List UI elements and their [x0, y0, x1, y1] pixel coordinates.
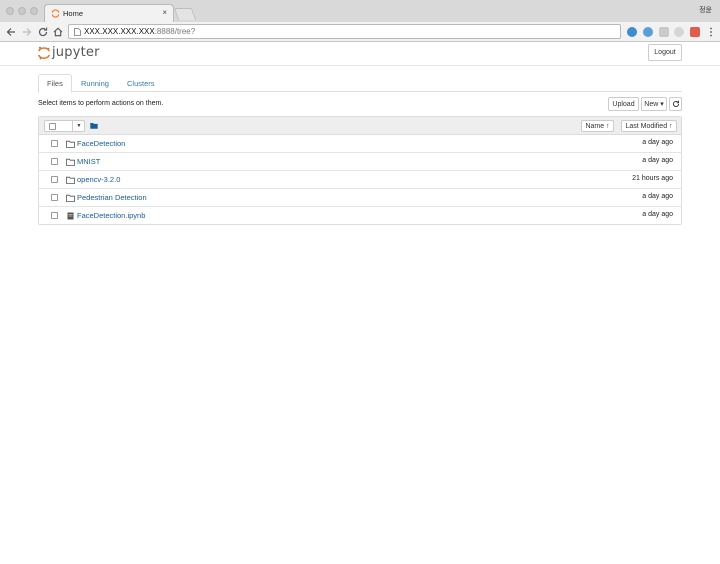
home-button[interactable]: [52, 26, 64, 38]
list-item[interactable]: MNIST a day ago: [39, 153, 681, 171]
extension-red-icon[interactable]: [690, 27, 700, 37]
list-item[interactable]: opencv-3.2.0 21 hours ago: [39, 171, 681, 189]
reload-icon: [38, 27, 48, 37]
file-modified: a day ago: [642, 193, 673, 200]
select-all-checkbox[interactable]: [49, 123, 56, 130]
refresh-icon: [672, 100, 679, 108]
back-button[interactable]: [5, 26, 17, 38]
extension-blue-icon[interactable]: [643, 27, 653, 37]
tab-files[interactable]: Files: [38, 74, 72, 93]
row-checkbox[interactable]: [51, 158, 58, 165]
extension-cloud-icon[interactable]: [674, 27, 684, 37]
jupyter-header: jupyter Logout: [0, 42, 720, 66]
main-tabs: Files Running Clusters: [38, 74, 682, 93]
file-modified: 21 hours ago: [632, 175, 673, 182]
selection-dropdown-button[interactable]: ▼: [72, 121, 85, 131]
browser-menu-button[interactable]: [705, 26, 717, 38]
folder-icon: [66, 176, 75, 184]
file-name-link[interactable]: MNIST: [77, 157, 100, 166]
forward-button[interactable]: [21, 26, 33, 38]
url-path: :8888/tree?: [154, 27, 196, 36]
tab-clusters[interactable]: Clusters: [119, 74, 163, 92]
file-list: ▼ Name ↑ Last Modified ↑ FaceDetection a…: [38, 116, 682, 225]
refresh-button[interactable]: [669, 97, 682, 111]
file-list-header: ▼ Name ↑ Last Modified ↑: [39, 117, 681, 135]
browser-tabstrip: Home × 정윤: [0, 0, 720, 22]
file-name-link[interactable]: FaceDetection.ipynb: [77, 211, 145, 220]
row-checkbox[interactable]: [51, 194, 58, 201]
page-icon: [74, 28, 81, 36]
list-item[interactable]: FaceDetection.ipynb a day ago: [39, 207, 681, 225]
address-bar[interactable]: XXX.XXX.XXX.XXX:8888/tree?: [68, 24, 621, 39]
list-item[interactable]: FaceDetection a day ago: [39, 135, 681, 153]
close-window-button[interactable]: [6, 7, 14, 15]
browser-profile-name[interactable]: 정윤: [699, 5, 712, 15]
logo-text: jupyter: [52, 45, 100, 60]
home-icon: [53, 27, 63, 37]
folder-icon: [66, 194, 75, 202]
jupyter-logo-icon: [38, 46, 50, 60]
logout-button[interactable]: Logout: [648, 44, 682, 61]
back-arrow-icon: [6, 28, 15, 36]
jupyter-favicon-icon: [51, 9, 60, 18]
minimize-window-button[interactable]: [18, 7, 26, 15]
reload-button[interactable]: [37, 26, 49, 38]
file-name-link[interactable]: FaceDetection: [77, 139, 125, 148]
folder-icon: [66, 158, 75, 166]
file-modified: a day ago: [642, 139, 673, 146]
browser-tab-home[interactable]: Home ×: [44, 4, 174, 22]
kebab-menu-icon: [710, 27, 712, 37]
row-checkbox[interactable]: [51, 176, 58, 183]
url-host: XXX.XXX.XXX.XXX: [84, 27, 155, 36]
tab-close-icon[interactable]: ×: [162, 8, 167, 17]
upload-button[interactable]: Upload: [608, 97, 639, 111]
forward-arrow-icon: [23, 28, 32, 36]
folder-home-icon[interactable]: [90, 122, 98, 129]
sort-by-name-button[interactable]: Name ↑: [581, 120, 614, 132]
new-dropdown-button[interactable]: New ▾: [641, 97, 667, 111]
notebook-icon: [67, 212, 74, 220]
file-modified: a day ago: [642, 211, 673, 218]
tab-running[interactable]: Running: [73, 74, 117, 92]
maximize-window-button[interactable]: [30, 7, 38, 15]
extension-gray-icon[interactable]: [659, 27, 669, 37]
file-name-link[interactable]: Pedestrian Detection: [77, 193, 147, 202]
list-item[interactable]: Pedestrian Detection a day ago: [39, 189, 681, 207]
file-name-link[interactable]: opencv-3.2.0: [77, 175, 120, 184]
browser-toolbar: XXX.XXX.XXX.XXX:8888/tree?: [0, 22, 720, 42]
address-text: XXX.XXX.XXX.XXX:8888/tree?: [84, 27, 195, 36]
folder-icon: [66, 140, 75, 148]
jupyter-logo[interactable]: jupyter: [38, 44, 118, 64]
browser-tab-title: Home: [63, 9, 84, 18]
sort-by-modified-button[interactable]: Last Modified ↑: [621, 120, 677, 132]
extension-globe-icon[interactable]: [627, 27, 637, 37]
file-modified: a day ago: [642, 157, 673, 164]
instructions-text: Select items to perform actions on them.: [38, 100, 164, 107]
row-checkbox[interactable]: [51, 212, 58, 219]
select-all-control: ▼: [44, 120, 85, 132]
row-checkbox[interactable]: [51, 140, 58, 147]
new-tab-button[interactable]: [173, 8, 197, 20]
